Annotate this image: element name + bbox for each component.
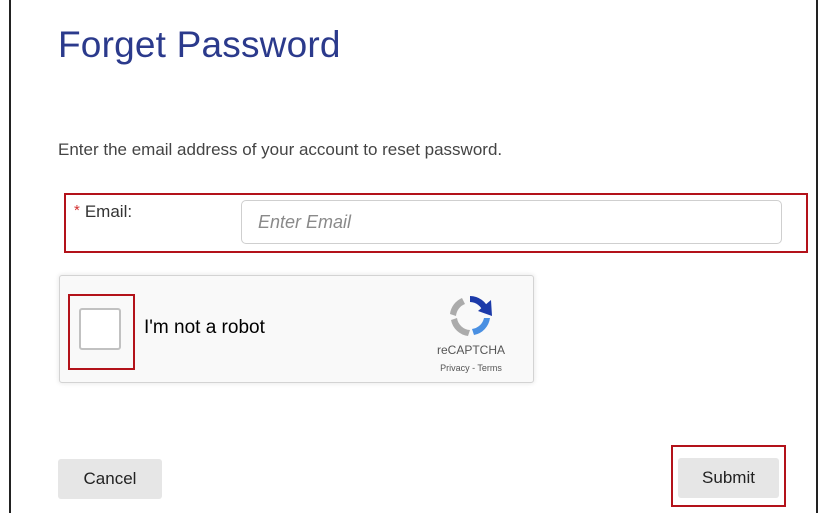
email-label-text: Email: xyxy=(84,202,133,221)
page-title: Forget Password xyxy=(58,24,341,65)
email-input[interactable] xyxy=(241,200,782,244)
email-label: * Email: xyxy=(74,202,132,222)
submit-button[interactable]: Submit xyxy=(678,458,779,498)
email-row: * Email: xyxy=(64,193,808,253)
recaptcha-privacy-terms-links[interactable]: Privacy - Terms xyxy=(416,363,526,373)
recaptcha-logo-icon xyxy=(450,296,492,336)
recaptcha-brand: reCAPTCHA xyxy=(436,343,505,357)
recaptcha-label: I'm not a robot xyxy=(144,317,265,338)
instructions-text: Enter the email address of your account … xyxy=(58,140,503,159)
recaptcha-checkbox-highlight xyxy=(68,294,135,370)
page-frame xyxy=(9,0,818,513)
cancel-button[interactable]: Cancel xyxy=(58,459,162,499)
required-marker: * xyxy=(74,202,80,219)
